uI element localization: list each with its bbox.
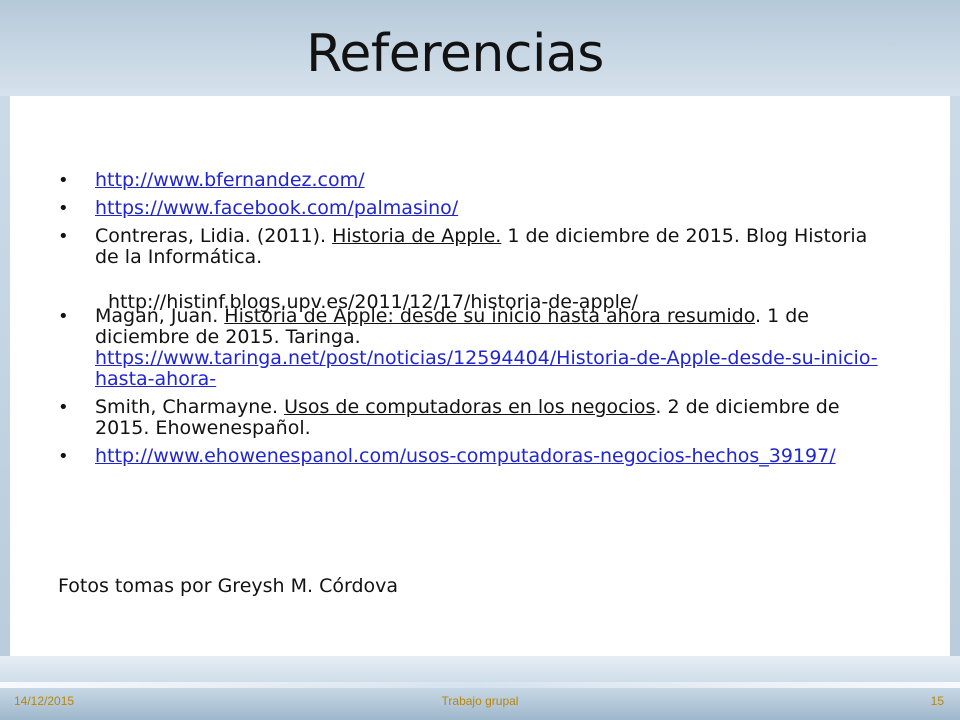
reference-item: • http://www.bfernandez.com/ <box>58 169 878 192</box>
bullet-icon: • <box>58 306 69 327</box>
footer-center-text: Trabajo grupal <box>441 694 519 708</box>
slide-title: Referencias <box>306 24 604 84</box>
slide: Referencias • http://www.bfernandez.com/… <box>0 0 960 720</box>
page-number: 15 <box>930 694 944 708</box>
bullet-icon: • <box>58 170 69 191</box>
reference-item: • Smith, Charmayne. Usos de computadoras… <box>58 397 878 439</box>
reference-item: • Contreras, Lidia. (2011). Historia de … <box>58 226 878 268</box>
reference-item: • https://www.facebook.com/palmasino/ <box>58 197 878 220</box>
reference-prefix: Smith, Charmayne. <box>95 396 285 418</box>
reference-link[interactable]: https://www.facebook.com/palmasino/ <box>95 197 458 219</box>
reference-list: • http://www.bfernandez.com/ • https://w… <box>58 170 878 474</box>
photos-credit: Fotos tomas por Greysh M. Córdova <box>58 575 399 597</box>
reference-prefix: Contreras, Lidia. (2011). <box>95 225 333 247</box>
reference-item: • http://www.ehowenespanol.com/usos-comp… <box>58 445 878 468</box>
bullet-icon: • <box>58 198 69 219</box>
reference-title: Usos de computadoras en los negocios <box>284 396 656 418</box>
reference-item: • Magan, Juan. Historia de Apple: desde … <box>58 306 878 390</box>
bullet-icon: • <box>58 446 69 467</box>
reference-url: http://histinf.blogs.upv.es/2011/12/17/h… <box>108 291 638 313</box>
reference-link[interactable]: http://www.ehowenespanol.com/usos-comput… <box>95 445 836 467</box>
reference-link[interactable]: https://www.taringa.net/post/noticias/12… <box>95 347 878 390</box>
reference-title: Historia de Apple. <box>332 225 502 247</box>
bullet-icon: • <box>58 226 69 247</box>
bullet-icon: • <box>58 397 69 418</box>
reference-link[interactable]: http://www.bfernandez.com/ <box>95 169 365 191</box>
